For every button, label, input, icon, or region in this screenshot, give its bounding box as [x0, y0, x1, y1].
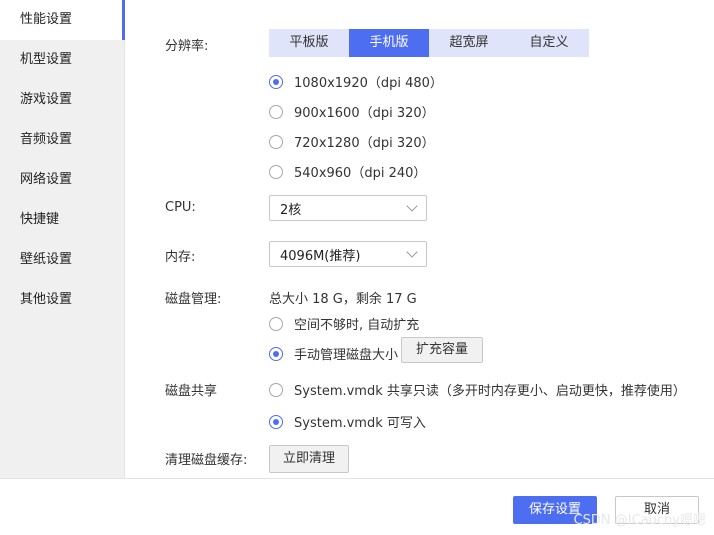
share-option-label: System.vmdk 可写入: [294, 416, 426, 431]
resolution-option-1080[interactable]: 1080x1920（dpi 480）: [269, 72, 443, 91]
watermark: CSDN @ICauchy嗯嗯: [573, 513, 706, 528]
radio-icon[interactable]: [269, 414, 283, 429]
share-option-writable[interactable]: System.vmdk 可写入: [269, 412, 426, 431]
clear-now-button[interactable]: 立即清理: [269, 445, 349, 473]
sidebar-item-game[interactable]: 游戏设置: [0, 80, 124, 120]
radio-icon[interactable]: [269, 134, 283, 149]
sidebar-item-device-model[interactable]: 机型设置: [0, 40, 124, 80]
expand-capacity-button[interactable]: 扩充容量: [401, 337, 484, 363]
resolution-option-720[interactable]: 720x1280（dpi 320）: [269, 132, 435, 151]
share-option-label: System.vmdk 共享只读（多开时内存更小、启动更快，推荐使用）: [294, 384, 686, 399]
cpu-select[interactable]: 2核: [269, 195, 427, 221]
resolution-option-label: 1080x1920（dpi 480）: [294, 76, 443, 91]
radio-icon[interactable]: [269, 74, 283, 89]
share-option-readonly[interactable]: System.vmdk 共享只读（多开时内存更小、启动更快，推荐使用）: [269, 380, 686, 399]
radio-icon[interactable]: [269, 346, 283, 361]
sidebar-item-wallpaper[interactable]: 壁纸设置: [0, 240, 124, 280]
sidebar-item-performance[interactable]: 性能设置: [0, 0, 125, 40]
resolution-option-540[interactable]: 540x960（dpi 240）: [269, 162, 426, 181]
cpu-label: CPU:: [165, 200, 196, 215]
resolution-option-label: 540x960（dpi 240）: [294, 166, 427, 181]
footer-bar: 保存设置 取消 CSDN @ICauchy嗯嗯: [0, 478, 714, 535]
disk-option-label: 手动管理磁盘大小: [294, 348, 399, 363]
tab-ultrawide[interactable]: 超宽屏: [429, 29, 509, 57]
chevron-down-icon: [406, 200, 418, 212]
sidebar-item-audio[interactable]: 音频设置: [0, 120, 124, 160]
disk-option-manual[interactable]: 手动管理磁盘大小: [269, 344, 398, 363]
sidebar: 性能设置 机型设置 游戏设置 音频设置 网络设置 快捷键 壁纸设置 其他设置: [0, 0, 125, 478]
memory-select-value: 4096M(推荐): [280, 248, 361, 264]
resolution-tabs: 平板版 手机版 超宽屏 自定义: [269, 29, 589, 57]
disk-option-label: 空间不够时, 自动扩充: [294, 318, 420, 333]
sidebar-item-other[interactable]: 其他设置: [0, 280, 124, 320]
clear-cache-label: 清理磁盘缓存:: [165, 453, 248, 468]
radio-icon[interactable]: [269, 382, 283, 397]
radio-icon[interactable]: [269, 316, 283, 331]
disk-info: 总大小 18 G，剩余 17 G: [269, 292, 417, 307]
chevron-down-icon: [406, 246, 418, 258]
disk-share-label: 磁盘共享: [165, 384, 218, 399]
memory-label: 内存:: [165, 250, 196, 265]
cpu-select-value: 2核: [280, 202, 302, 218]
tab-phone[interactable]: 手机版: [349, 29, 429, 57]
settings-panel: 分辨率: 平板版 手机版 超宽屏 自定义 1080x1920（dpi 480） …: [125, 0, 714, 478]
resolution-label: 分辨率:: [165, 39, 209, 54]
resolution-option-900[interactable]: 900x1600（dpi 320）: [269, 102, 435, 121]
tab-tablet[interactable]: 平板版: [269, 29, 349, 57]
disk-label: 磁盘管理:: [165, 292, 222, 307]
sidebar-item-shortcuts[interactable]: 快捷键: [0, 200, 124, 240]
memory-select[interactable]: 4096M(推荐): [269, 241, 427, 267]
tab-custom[interactable]: 自定义: [509, 29, 589, 57]
resolution-option-label: 720x1280（dpi 320）: [294, 136, 435, 151]
radio-icon[interactable]: [269, 164, 283, 179]
disk-option-auto[interactable]: 空间不够时, 自动扩充: [269, 314, 419, 333]
sidebar-item-network[interactable]: 网络设置: [0, 160, 124, 200]
radio-icon[interactable]: [269, 104, 283, 119]
resolution-option-label: 900x1600（dpi 320）: [294, 106, 435, 121]
